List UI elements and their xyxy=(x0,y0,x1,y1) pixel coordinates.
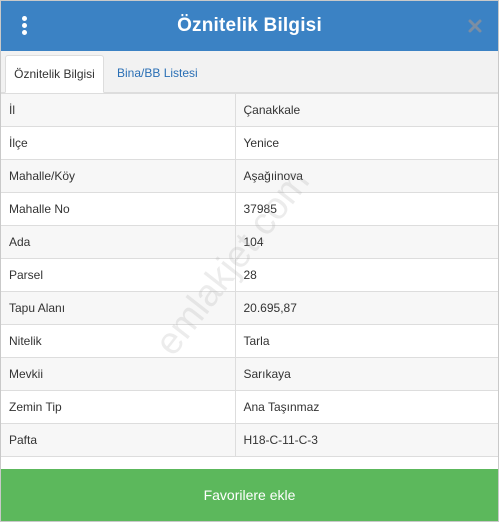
attribute-key: Ada xyxy=(1,225,236,259)
panel-header: Öznitelik Bilgisi xyxy=(1,1,498,51)
attribute-value: Yenice xyxy=(234,126,498,160)
table-row: İl Çanakkale xyxy=(1,93,498,127)
attribute-key: Parsel xyxy=(1,258,236,292)
tab-attribute-info[interactable]: Öznitelik Bilgisi xyxy=(5,55,104,93)
attribute-value: 20.695,87 xyxy=(234,291,498,325)
table-row: Tapu Alanı 20.695,87 xyxy=(1,291,498,325)
table-row: Mahalle/Köy Aşağıinova xyxy=(1,159,498,193)
tab-building-list[interactable]: Bina/BB Listesi xyxy=(109,55,206,93)
attribute-value: 37985 xyxy=(234,192,498,226)
attribute-value: Aşağıinova xyxy=(234,159,498,193)
attribute-value: Ana Taşınmaz xyxy=(234,390,498,424)
attribute-value: Çanakkale xyxy=(234,93,498,127)
attribute-info-panel: Öznitelik Bilgisi Öznitelik Bilgisi Bina… xyxy=(0,0,499,522)
panel-title: Öznitelik Bilgisi xyxy=(177,15,322,36)
attribute-key: Tapu Alanı xyxy=(1,291,236,325)
attribute-key: Mevkii xyxy=(1,357,236,391)
attribute-key: Zemin Tip xyxy=(1,390,236,424)
attribute-value: Tarla xyxy=(234,324,498,358)
attribute-value: H18-C-11-C-3 xyxy=(234,423,498,457)
attribute-value: 104 xyxy=(234,225,498,259)
attribute-value: 28 xyxy=(234,258,498,292)
attribute-key: Nitelik xyxy=(1,324,236,358)
table-row: Mevkii Sarıkaya xyxy=(1,357,498,391)
table-row: Pafta H18-C-11-C-3 xyxy=(1,423,498,457)
attribute-key: Pafta xyxy=(1,423,236,457)
attribute-key: İl xyxy=(1,93,236,127)
table-row: Nitelik Tarla xyxy=(1,324,498,358)
attribute-table-container: İl Çanakkale İlçe Yenice Mahalle/Köy Aşağıino… xyxy=(1,93,498,457)
attribute-value: Sarıkaya xyxy=(234,357,498,391)
table-row: İlçe Yenice xyxy=(1,126,498,160)
add-to-favorites-button[interactable]: Favorilere ekle xyxy=(1,469,498,521)
attribute-key: İlçe xyxy=(1,126,236,160)
table-row: Zemin Tip Ana Taşınmaz xyxy=(1,390,498,424)
attribute-key: Mahalle/Köy xyxy=(1,159,236,193)
tabs-bar: Öznitelik Bilgisi Bina/BB Listesi xyxy=(1,51,498,93)
table-row: Mahalle No 37985 xyxy=(1,192,498,226)
attribute-key: Mahalle No xyxy=(1,192,236,226)
attribute-table: İl Çanakkale İlçe Yenice Mahalle/Köy Aşağıino… xyxy=(1,93,498,457)
close-icon[interactable] xyxy=(464,14,486,38)
table-row: Parsel 28 xyxy=(1,258,498,292)
table-row: Ada 104 xyxy=(1,225,498,259)
